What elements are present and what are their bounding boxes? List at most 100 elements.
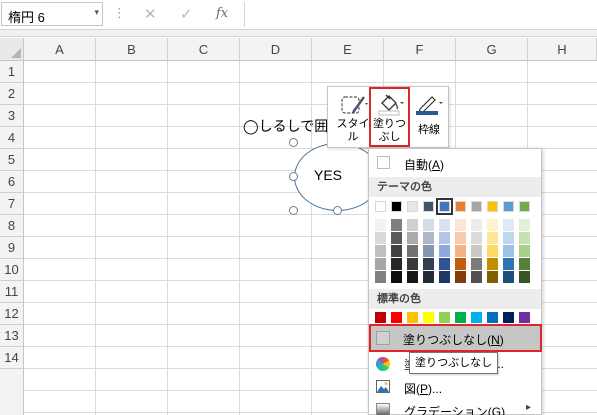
theme-shade-swatch[interactable] (375, 219, 386, 231)
column-header-b[interactable]: B (96, 38, 168, 61)
theme-shade-swatch[interactable] (487, 245, 498, 257)
theme-shade-swatch[interactable] (487, 219, 498, 231)
standard-color-swatch[interactable] (487, 312, 498, 323)
theme-color-swatch[interactable] (503, 201, 514, 212)
shape-fill-button[interactable]: 塗りつ ぶし (369, 87, 410, 147)
theme-shade-swatch[interactable] (455, 232, 466, 244)
cancel-icon[interactable]: ✕ (144, 5, 157, 23)
resize-handle-top-left[interactable] (289, 138, 298, 147)
column-header-a[interactable]: A (24, 38, 96, 61)
theme-shade-swatch[interactable] (519, 271, 530, 283)
column-header-c[interactable]: C (168, 38, 240, 61)
row-header-6[interactable]: 6 (0, 171, 24, 193)
resize-handle-bottom-left[interactable] (289, 206, 298, 215)
theme-shade-swatch[interactable] (375, 232, 386, 244)
theme-shade-swatch[interactable] (471, 245, 482, 257)
theme-shade-swatch[interactable] (391, 245, 402, 257)
theme-shade-swatch[interactable] (503, 271, 514, 283)
insert-function-icon[interactable]: fx (216, 6, 228, 21)
theme-color-swatch[interactable] (436, 198, 453, 215)
theme-color-swatch[interactable] (375, 201, 386, 212)
standard-color-swatch[interactable] (407, 312, 418, 323)
name-box-dropdown-icon[interactable]: ▾ (94, 7, 99, 18)
theme-shade-swatch[interactable] (439, 271, 450, 283)
formula-input[interactable] (245, 2, 597, 27)
theme-shade-swatch[interactable] (407, 219, 418, 231)
row-header-5[interactable]: 5 (0, 149, 24, 171)
theme-shade-swatch[interactable] (423, 258, 434, 270)
theme-shade-swatch[interactable] (407, 271, 418, 283)
theme-color-swatch[interactable] (471, 201, 482, 212)
theme-color-swatch[interactable] (407, 201, 418, 212)
enter-icon[interactable]: ✓ (180, 5, 193, 23)
row-header-8[interactable]: 8 (0, 215, 24, 237)
theme-shade-swatch[interactable] (455, 271, 466, 283)
standard-color-swatch[interactable] (439, 312, 450, 323)
theme-shade-swatch[interactable] (407, 245, 418, 257)
theme-shade-swatch[interactable] (391, 232, 402, 244)
theme-shade-swatch[interactable] (487, 258, 498, 270)
theme-shade-swatch[interactable] (423, 232, 434, 244)
theme-shade-swatch[interactable] (391, 258, 402, 270)
theme-shade-swatch[interactable] (519, 219, 530, 231)
row-header-9[interactable]: 9 (0, 237, 24, 259)
resize-handle-bottom-middle[interactable] (333, 206, 342, 215)
row-header-4[interactable]: 4 (0, 127, 24, 149)
select-all-corner[interactable] (0, 38, 24, 61)
theme-shade-swatch[interactable] (519, 232, 530, 244)
theme-shade-swatch[interactable] (391, 271, 402, 283)
theme-shade-swatch[interactable] (503, 232, 514, 244)
theme-shade-swatch[interactable] (503, 219, 514, 231)
theme-shade-swatch[interactable] (423, 245, 434, 257)
column-header-e[interactable]: E (312, 38, 384, 61)
row-header-10[interactable]: 10 (0, 259, 24, 281)
theme-shade-swatch[interactable] (439, 232, 450, 244)
row-header-12[interactable]: 12 (0, 303, 24, 325)
theme-shade-swatch[interactable] (487, 232, 498, 244)
standard-color-swatch[interactable] (519, 312, 530, 323)
row-header-3[interactable]: 3 (0, 105, 24, 127)
theme-shade-swatch[interactable] (503, 258, 514, 270)
standard-color-swatch[interactable] (455, 312, 466, 323)
theme-shade-swatch[interactable] (407, 232, 418, 244)
row-header-2[interactable]: 2 (0, 83, 24, 105)
theme-color-swatch[interactable] (455, 201, 466, 212)
row-header-1[interactable]: 1 (0, 61, 24, 83)
column-header-f[interactable]: F (384, 38, 456, 61)
row-header-7[interactable]: 7 (0, 193, 24, 215)
standard-color-swatch[interactable] (375, 312, 386, 323)
standard-color-swatch[interactable] (391, 312, 402, 323)
row-header-14[interactable]: 14 (0, 347, 24, 369)
name-box[interactable]: 楕円 6 ▾ (1, 2, 103, 26)
theme-shade-swatch[interactable] (375, 245, 386, 257)
automatic-fill-item[interactable]: 自動(A) (369, 152, 541, 174)
theme-shade-swatch[interactable] (423, 271, 434, 283)
theme-shade-swatch[interactable] (487, 271, 498, 283)
column-header-h[interactable]: H (528, 38, 597, 61)
theme-shade-swatch[interactable] (519, 245, 530, 257)
picture-fill-item[interactable]: 図(P)... (369, 376, 541, 398)
theme-shade-swatch[interactable] (471, 219, 482, 231)
theme-shade-swatch[interactable] (519, 258, 530, 270)
theme-shade-swatch[interactable] (455, 245, 466, 257)
theme-shade-swatch[interactable] (471, 258, 482, 270)
theme-color-swatch[interactable] (487, 201, 498, 212)
theme-color-swatch[interactable] (423, 201, 434, 212)
theme-shade-swatch[interactable] (391, 219, 402, 231)
theme-shade-swatch[interactable] (407, 258, 418, 270)
standard-color-swatch[interactable] (423, 312, 434, 323)
theme-shade-swatch[interactable] (423, 219, 434, 231)
resize-handle-middle-left[interactable] (289, 172, 298, 181)
shape-outline-button[interactable]: 枠線 (410, 87, 448, 147)
row-header-11[interactable]: 11 (0, 281, 24, 303)
theme-shade-swatch[interactable] (471, 232, 482, 244)
theme-shade-swatch[interactable] (439, 258, 450, 270)
theme-shade-swatch[interactable] (455, 258, 466, 270)
gradient-fill-item[interactable]: グラデーション(G) ▸ (369, 399, 541, 415)
theme-shade-swatch[interactable] (375, 271, 386, 283)
ellipse-shape-text[interactable]: YES (314, 167, 342, 183)
standard-color-swatch[interactable] (471, 312, 482, 323)
theme-shade-swatch[interactable] (503, 245, 514, 257)
cell-d3-text[interactable]: ◯しるしで囲 (243, 116, 328, 136)
shape-style-button[interactable]: スタイ ル (334, 87, 372, 147)
